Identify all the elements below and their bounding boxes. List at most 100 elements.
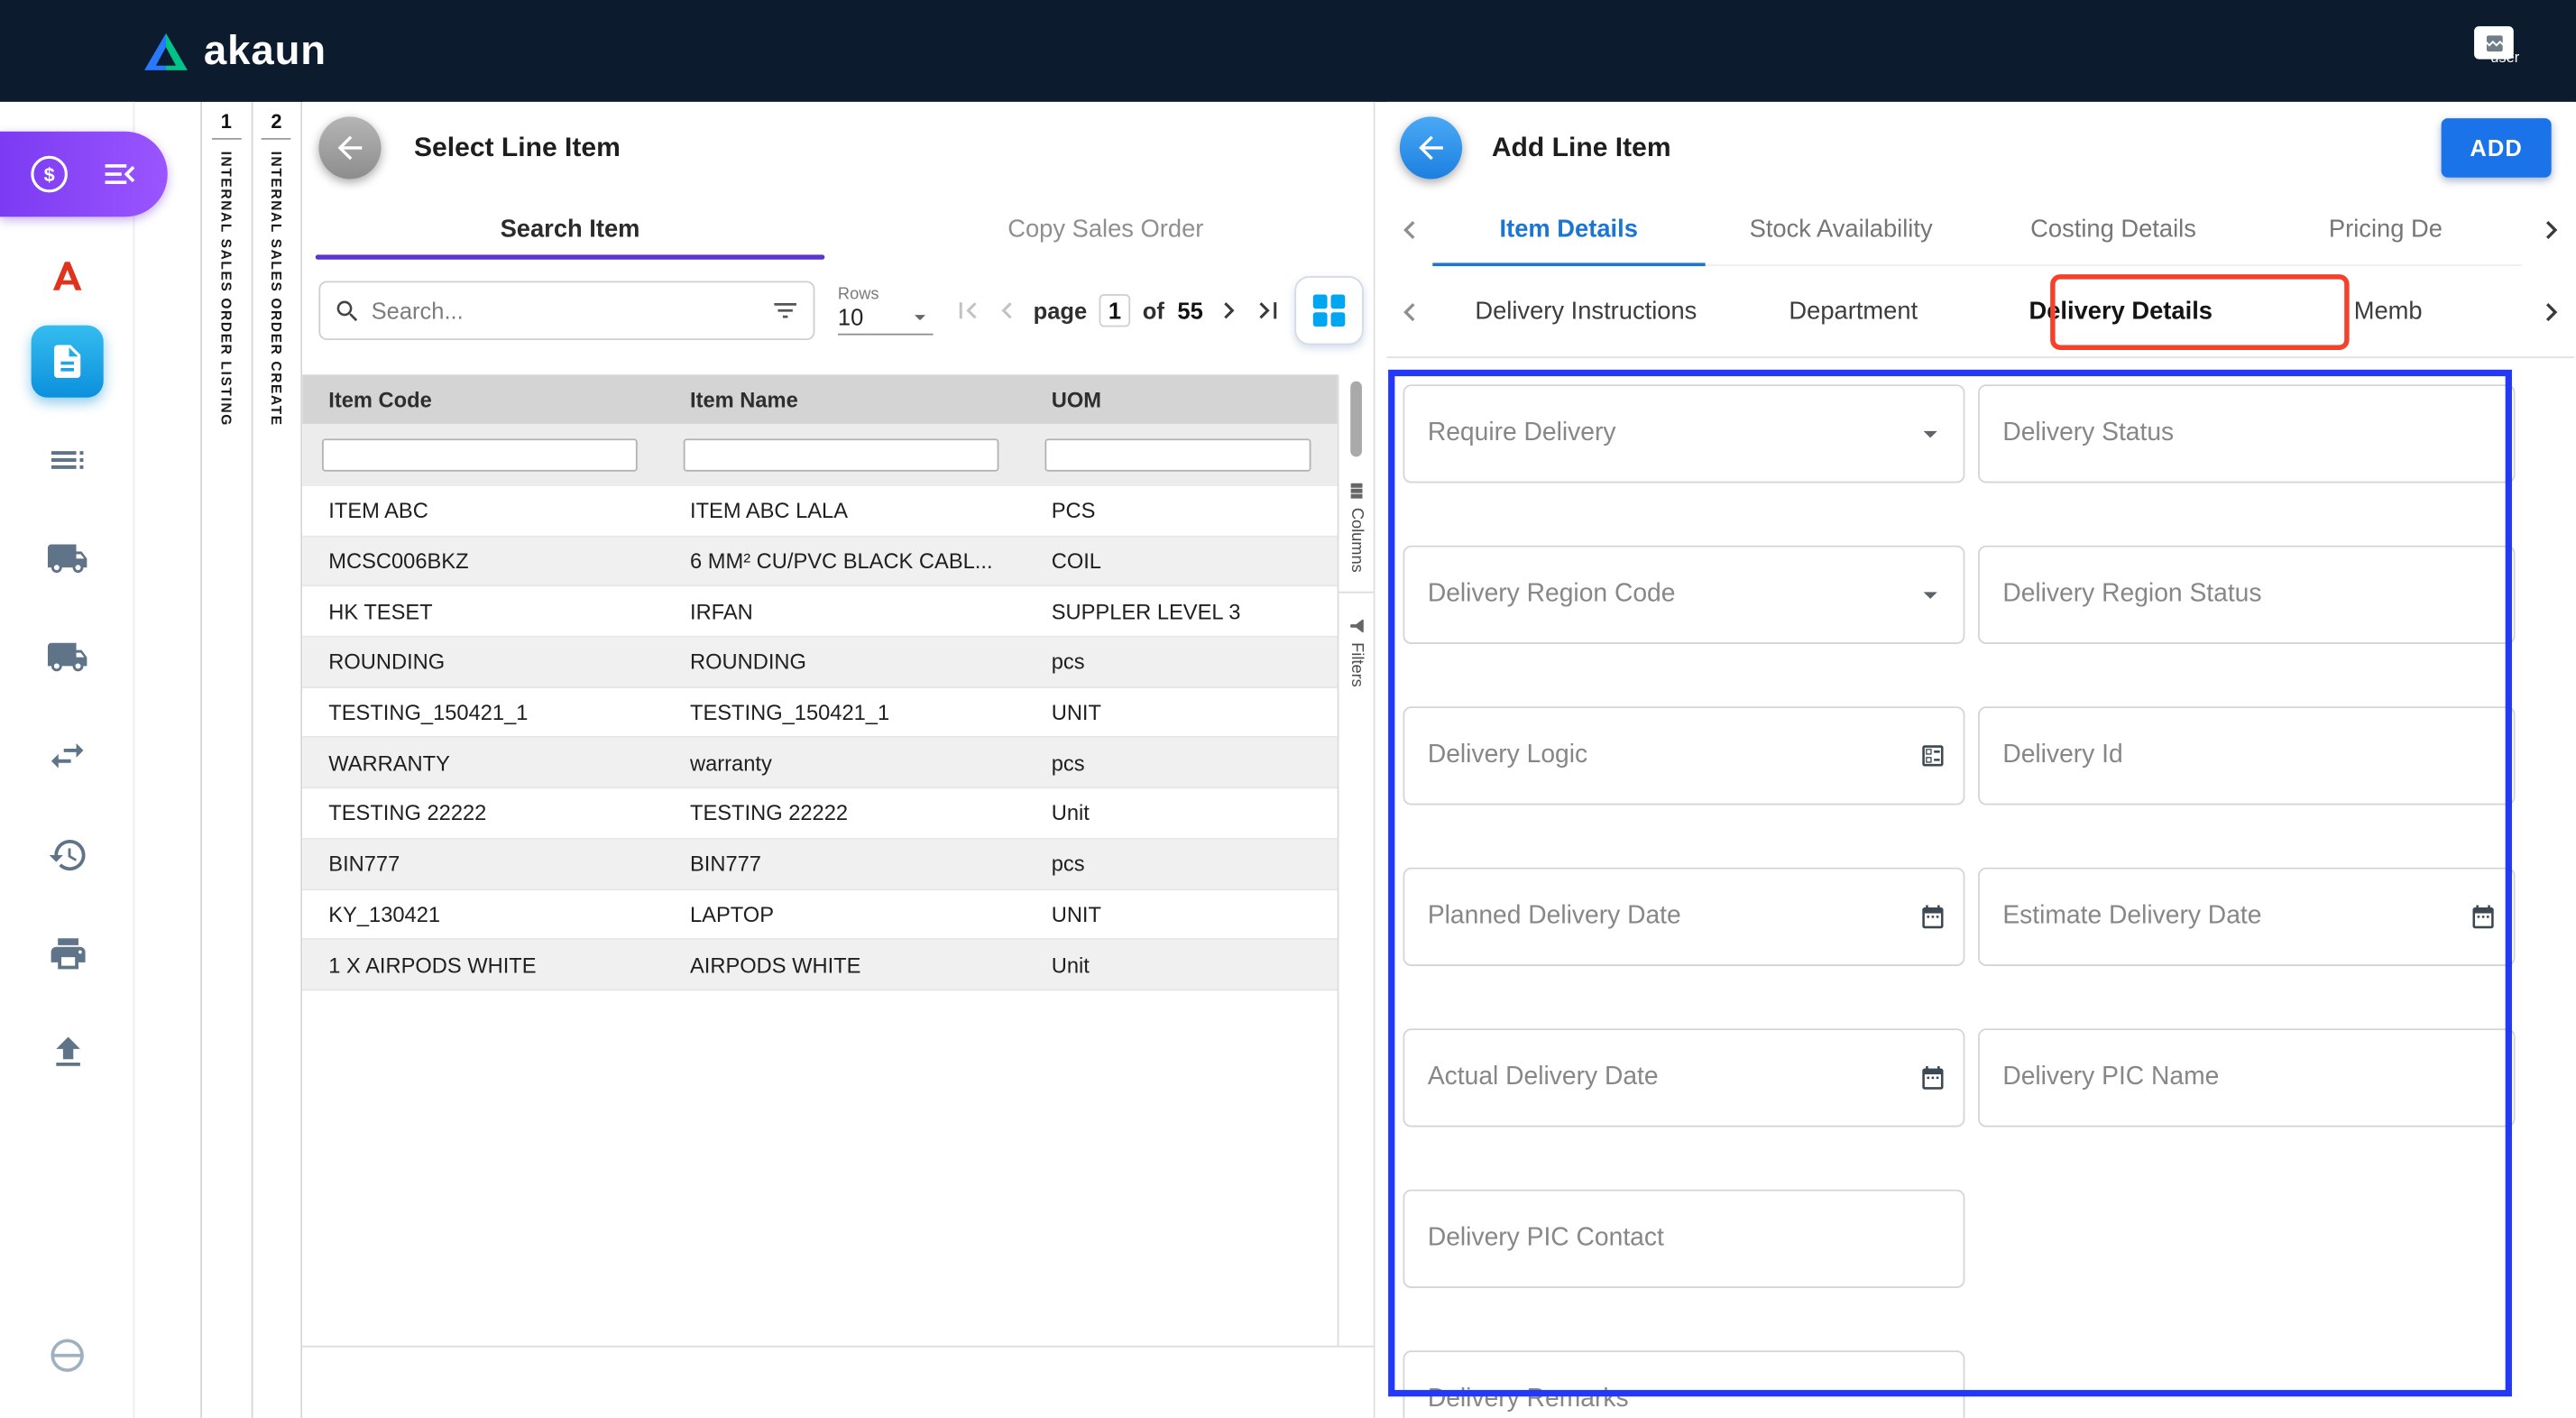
rail-item-upload[interactable] bbox=[41, 1026, 94, 1078]
field-label: Delivery Region Status bbox=[2002, 580, 2261, 610]
rail-item-shipment[interactable] bbox=[41, 631, 94, 683]
subtabs-scroll-left-button[interactable] bbox=[1390, 291, 1430, 331]
brand[interactable]: akaun bbox=[142, 27, 327, 75]
cell-item-name: BIN777 bbox=[664, 852, 1026, 876]
cell-item-code: ROUNDING bbox=[302, 649, 664, 674]
rail-item-transfer[interactable] bbox=[41, 730, 94, 782]
caret-down-icon[interactable] bbox=[1914, 418, 1946, 450]
calendar-icon[interactable] bbox=[1918, 903, 1946, 931]
tab-stock-availability[interactable]: Stock Availability bbox=[1705, 194, 1977, 264]
field-delivery-region-status[interactable]: Delivery Region Status bbox=[1978, 546, 2516, 644]
rows-per-page-select[interactable]: Rows 10 bbox=[838, 286, 934, 336]
tab-label: Pricing De bbox=[2329, 216, 2443, 244]
table-picker-icon[interactable] bbox=[1918, 741, 1946, 769]
vtab-internal-sales-order-listing[interactable]: 1 INTERNAL SALES ORDER LISTING bbox=[202, 102, 253, 1418]
rail-item-red-app[interactable] bbox=[41, 250, 94, 302]
search-input[interactable] bbox=[372, 298, 761, 324]
vertical-scrollbar[interactable] bbox=[1350, 382, 1362, 457]
cell-item-name: AIRPODS WHITE bbox=[664, 953, 1026, 977]
add-button[interactable]: ADD bbox=[2442, 118, 2552, 178]
filter-uom-input[interactable] bbox=[1044, 438, 1311, 471]
invoice-doc-icon bbox=[48, 342, 87, 382]
grid-view-button[interactable] bbox=[1294, 276, 1364, 345]
field-planned-delivery-date[interactable]: Planned Delivery Date bbox=[1403, 868, 1965, 966]
table-row[interactable]: TESTING 22222 TESTING 22222 Unit bbox=[302, 789, 1338, 840]
menu-open-icon bbox=[99, 154, 139, 194]
table-row[interactable]: HK TESET IRFAN SUPPLER LEVEL 3 bbox=[302, 587, 1338, 638]
rail-item-listing[interactable] bbox=[41, 434, 94, 486]
quick-actions-pill[interactable]: $ bbox=[0, 132, 168, 217]
field-delivery-pic-contact[interactable]: Delivery PIC Contact bbox=[1403, 1190, 1965, 1288]
cell-item-code: KY_130421 bbox=[302, 902, 664, 926]
tab-search-item[interactable]: Search Item bbox=[302, 198, 838, 260]
rail-item-globe[interactable] bbox=[41, 1330, 94, 1382]
next-page-button[interactable] bbox=[1211, 290, 1247, 330]
filters-label: Filters bbox=[1348, 643, 1366, 688]
tab-costing-details[interactable]: Costing Details bbox=[1977, 194, 2249, 264]
user-avatar[interactable]: user bbox=[2474, 23, 2544, 79]
table-row[interactable]: TESTING_150421_1 TESTING_150421_1 UNIT bbox=[302, 688, 1338, 739]
tab-label: Delivery Details bbox=[2029, 298, 2213, 326]
table-row[interactable]: MCSC006BKZ 6 MM² CU/PVC BLACK CABL... CO… bbox=[302, 537, 1338, 587]
field-delivery-id[interactable]: Delivery Id bbox=[1978, 706, 2516, 805]
last-page-button[interactable] bbox=[1251, 290, 1287, 330]
cell-item-code: ITEM ABC bbox=[302, 499, 664, 523]
tab-copy-sales-order[interactable]: Copy Sales Order bbox=[838, 198, 1374, 260]
field-delivery-logic[interactable]: Delivery Logic bbox=[1403, 706, 1965, 805]
field-label: Delivery PIC Contact bbox=[1428, 1224, 1664, 1254]
calendar-icon[interactable] bbox=[1918, 1064, 1946, 1091]
filter-list-icon[interactable] bbox=[770, 296, 800, 326]
filter-item-code-input[interactable] bbox=[322, 438, 638, 471]
tabs-scroll-right-button[interactable] bbox=[2532, 210, 2571, 250]
tab-delivery-details[interactable]: Delivery Details bbox=[1987, 266, 2254, 356]
rail-item-sales-invoice-active[interactable] bbox=[32, 326, 104, 398]
table-row[interactable]: KY_130421 LAPTOP UNIT bbox=[302, 889, 1338, 940]
field-delivery-remarks[interactable]: Delivery Remarks bbox=[1403, 1350, 1965, 1418]
tab-item-details[interactable]: Item Details bbox=[1432, 194, 1705, 264]
last-page-icon bbox=[1252, 294, 1284, 327]
field-estimate-delivery-date[interactable]: Estimate Delivery Date bbox=[1978, 868, 2516, 966]
col-header-uom: UOM bbox=[1026, 387, 1338, 411]
field-delivery-status[interactable]: Delivery Status bbox=[1978, 384, 2516, 483]
tabs-scroll-left-button[interactable] bbox=[1390, 210, 1430, 250]
field-actual-delivery-date[interactable]: Actual Delivery Date bbox=[1403, 1028, 1965, 1127]
search-icon bbox=[334, 297, 362, 325]
table-row[interactable]: ROUNDING ROUNDING pcs bbox=[302, 638, 1338, 688]
field-delivery-region-code[interactable]: Delivery Region Code bbox=[1403, 546, 1965, 644]
prev-page-button[interactable] bbox=[989, 290, 1026, 330]
filter-item-name-input[interactable] bbox=[684, 438, 999, 471]
page-title: Select Line Item bbox=[414, 133, 621, 164]
caret-down-icon bbox=[906, 304, 933, 330]
vtab-internal-sales-order-create[interactable]: 2 INTERNAL SALES ORDER CREATE bbox=[253, 102, 303, 1418]
select-line-item-panel: Select Line Item Search Item Copy Sales … bbox=[302, 102, 1375, 1418]
subtabs-scroll-right-button[interactable] bbox=[2532, 291, 2571, 331]
calendar-icon[interactable] bbox=[2470, 903, 2498, 931]
first-page-button[interactable] bbox=[950, 290, 986, 330]
table-row[interactable]: ITEM ABC ITEM ABC LALA PCS bbox=[302, 486, 1338, 537]
rail-item-history[interactable] bbox=[41, 828, 94, 880]
cell-item-name: ROUNDING bbox=[664, 649, 1026, 674]
field-require-delivery[interactable]: Require Delivery bbox=[1403, 384, 1965, 483]
field-delivery-pic-name[interactable]: Delivery PIC Name bbox=[1978, 1028, 2516, 1127]
rail-item-delivery[interactable] bbox=[41, 532, 94, 585]
back-button[interactable] bbox=[318, 116, 381, 179]
tab-membership[interactable]: Memb bbox=[2254, 266, 2521, 356]
rows-label: Rows bbox=[838, 286, 934, 304]
chevron-left-icon bbox=[1392, 212, 1428, 248]
tab-pricing-details[interactable]: Pricing De bbox=[2249, 194, 2522, 264]
table-row[interactable]: 1 X AIRPODS WHITE AIRPODS WHITE Unit bbox=[302, 940, 1338, 990]
filters-toggle[interactable]: Filters bbox=[1347, 617, 1366, 688]
cell-uom: pcs bbox=[1026, 649, 1338, 674]
truck-icon bbox=[46, 636, 88, 678]
arrow-back-icon bbox=[1412, 130, 1449, 166]
search-box[interactable] bbox=[318, 281, 814, 340]
tab-department[interactable]: Department bbox=[1720, 266, 1987, 356]
table-row[interactable]: BIN777 BIN777 pcs bbox=[302, 839, 1338, 889]
columns-toggle[interactable]: Columns bbox=[1346, 480, 1367, 573]
cell-item-code: TESTING 22222 bbox=[302, 801, 664, 825]
back-button[interactable] bbox=[1400, 116, 1462, 179]
caret-down-icon[interactable] bbox=[1914, 578, 1946, 611]
table-row[interactable]: WARRANTY warranty pcs bbox=[302, 739, 1338, 789]
tab-delivery-instructions[interactable]: Delivery Instructions bbox=[1452, 266, 1719, 356]
rail-item-print[interactable] bbox=[41, 926, 94, 979]
